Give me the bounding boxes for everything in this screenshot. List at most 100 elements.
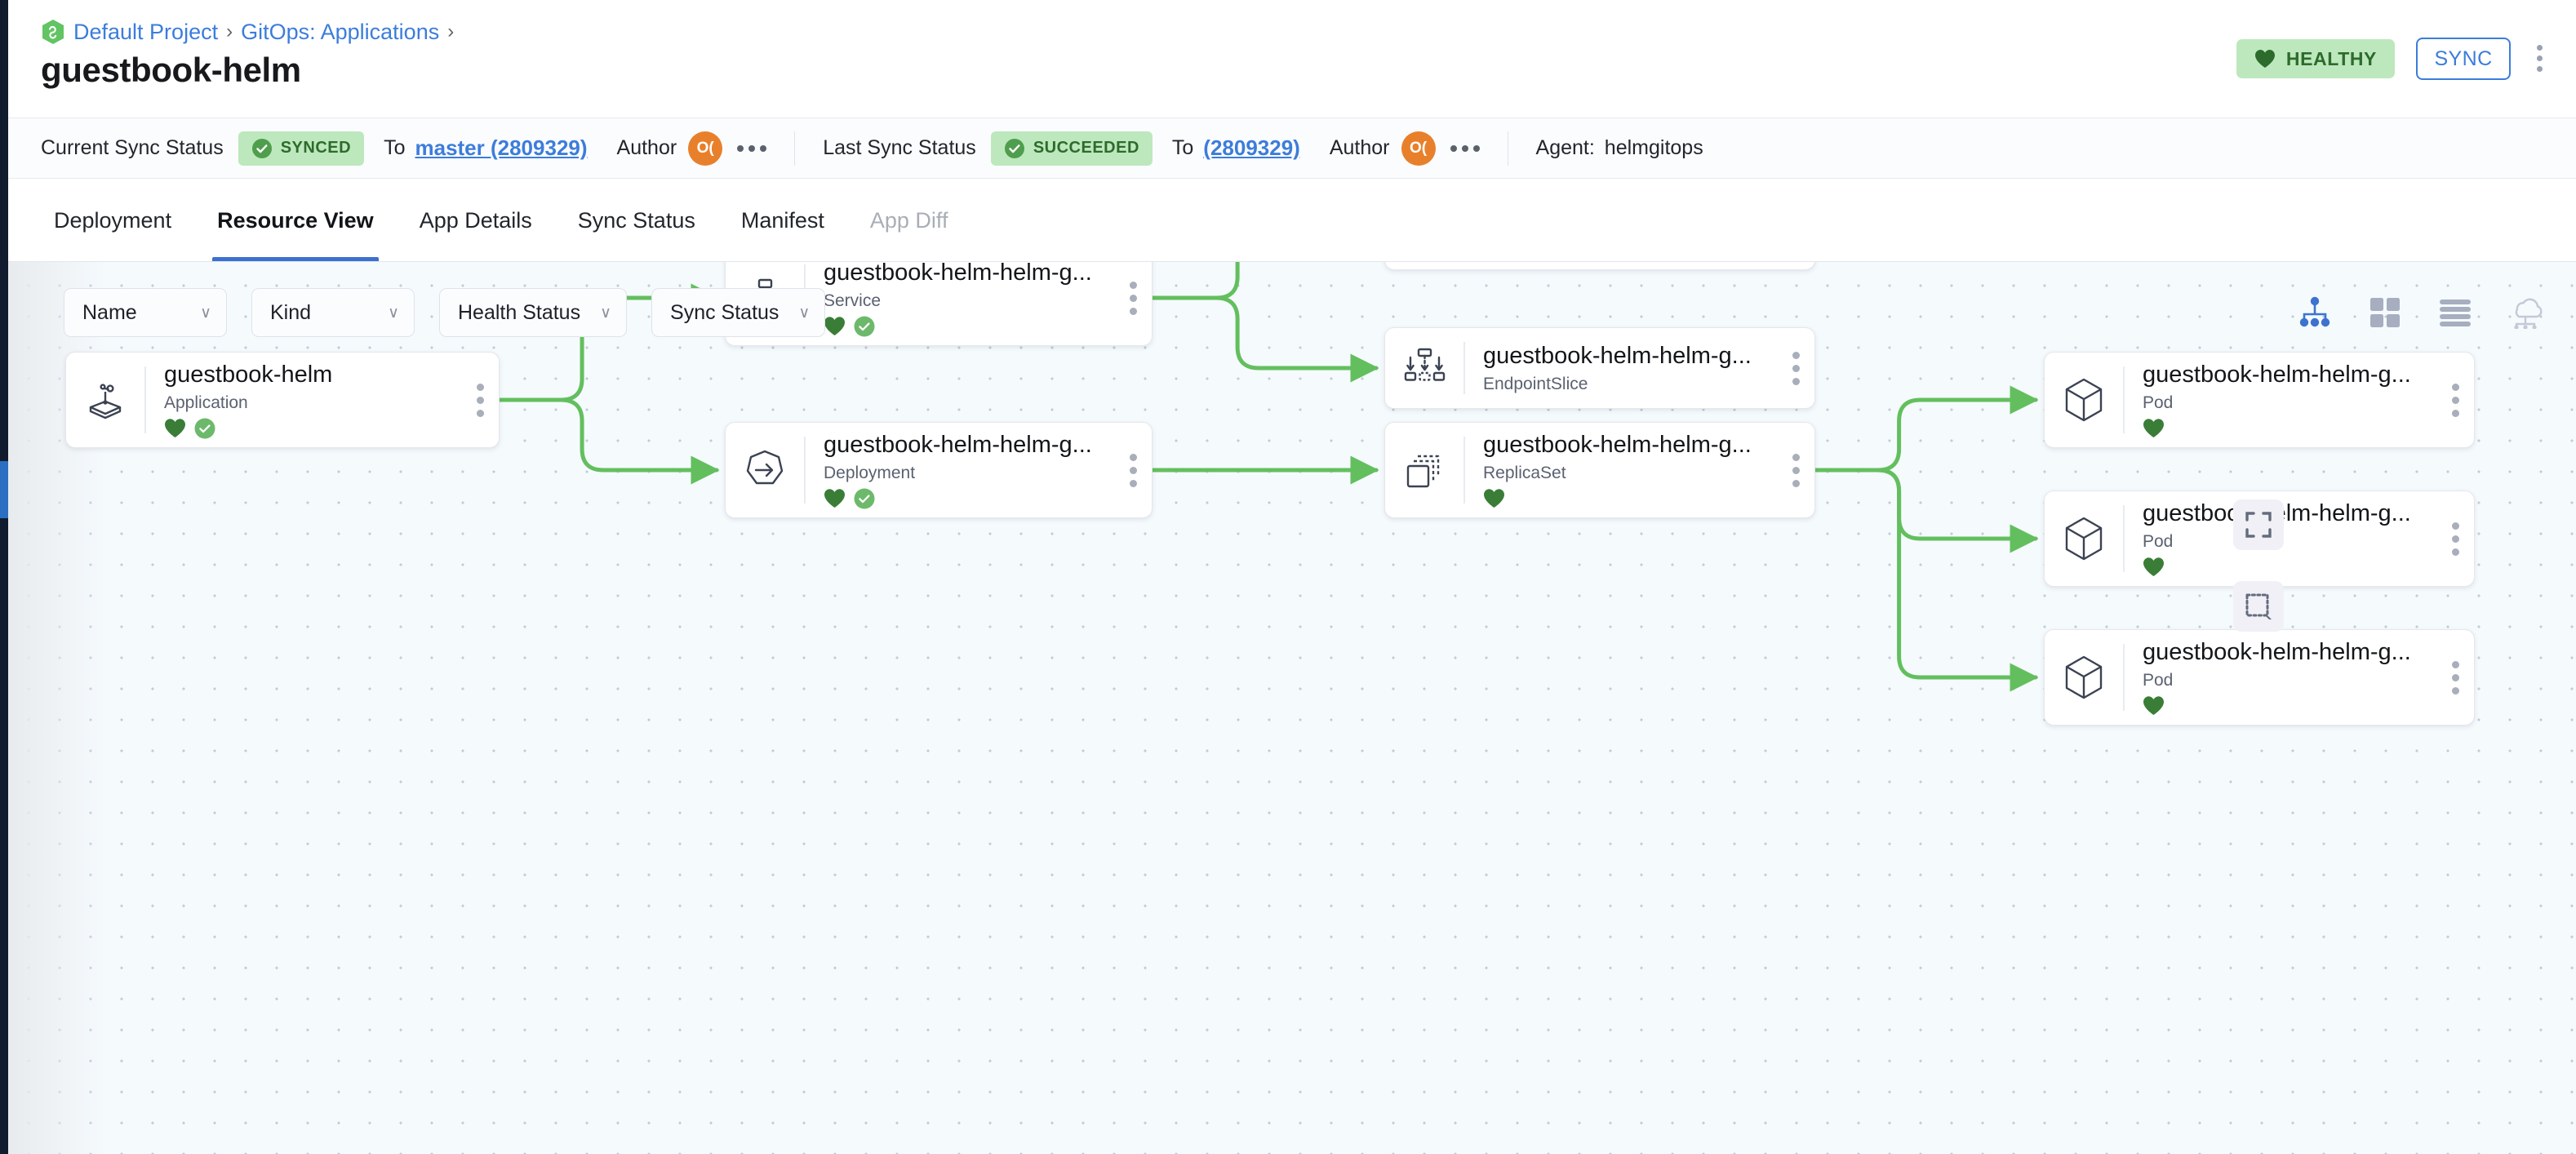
node-kind: Application	[164, 393, 461, 413]
current-to-label: To	[384, 136, 405, 160]
last-revision-link[interactable]: (2809329)	[1203, 135, 1300, 161]
node-kebab-menu-icon[interactable]	[1114, 282, 1152, 315]
node-name: guestbook-helm-helm-g...	[2143, 499, 2436, 527]
tree-view-icon[interactable]	[2297, 295, 2333, 331]
graph-edge-service-to-endpoints	[1153, 262, 1376, 298]
filter-name[interactable]: Name∨	[64, 288, 227, 337]
tab-manifest[interactable]: Manifest	[718, 180, 847, 261]
graph-node-endpointslice[interactable]: guestbook-helm-helm-g... EndpointSlice	[1384, 327, 1815, 409]
deployment-icon	[726, 448, 804, 492]
agent-name: helmgitops	[1605, 136, 1703, 159]
heart-icon	[2254, 49, 2276, 69]
filter-sync-status[interactable]: Sync Status ∨	[651, 288, 825, 337]
resource-graph-canvas[interactable]: Name∨ Kind∨ Health Status∨ Sync Status ∨	[8, 262, 2576, 1154]
node-body: guestbook-helm-helm-g...Deployment	[806, 431, 1114, 508]
current-revision-link[interactable]: master (2809329)	[415, 135, 587, 161]
check-circle-icon	[854, 316, 875, 337]
node-status-badges	[164, 418, 461, 439]
status-badge-health: HEALTHY	[2236, 39, 2395, 78]
helm-icon	[66, 377, 144, 423]
heart-icon	[2143, 418, 2165, 438]
node-body: guestbook-helm-helm-g... EndpointSlice	[1465, 342, 1777, 393]
last-author-label: Author	[1330, 136, 1390, 160]
current-more-icon[interactable]	[737, 145, 766, 152]
pod-icon	[2045, 516, 2123, 561]
last-to-label: To	[1172, 136, 1193, 160]
node-name: guestbook-helm-helm-g...	[2143, 638, 2436, 666]
breadcrumb-item-applications[interactable]: GitOps: Applications	[241, 20, 439, 45]
node-kebab-menu-icon[interactable]	[1777, 454, 1814, 487]
sync-button[interactable]: SYNC	[2416, 38, 2511, 80]
avatar-2[interactable]: O(	[1401, 131, 1436, 166]
node-kind: Service	[824, 291, 1114, 311]
health-badge-label: HEALTHY	[2286, 48, 2377, 70]
check-circle-icon	[194, 418, 215, 439]
heart-icon	[824, 316, 846, 336]
heart-icon	[1483, 488, 1505, 508]
node-name: guestbook-helm-helm-g...	[2143, 361, 2436, 388]
filter-label: Sync Status	[670, 301, 779, 325]
tab-bar: DeploymentResource ViewApp DetailsSync S…	[8, 179, 2576, 262]
rail-active-indicator	[0, 461, 8, 518]
tab-app-diff: App Diff	[847, 180, 971, 261]
node-name: guestbook-helm-helm-g...	[1483, 431, 1777, 459]
graph-node-pod[interactable]: guestbook-helm-helm-g... Pod	[2044, 352, 2475, 448]
avatar[interactable]: O(	[688, 131, 722, 166]
node-body: guestbook-helm-helm-g... ReplicaSet	[1465, 431, 1777, 508]
graph-edge-replicaset-to-pod1	[1815, 400, 2036, 470]
graph-edge-service-to-epslice	[1153, 298, 1376, 368]
kebab-menu-icon[interactable]	[2525, 39, 2553, 77]
agent-label: Agent:	[1536, 136, 1595, 159]
replicaset-icon	[1385, 449, 1463, 491]
agent-info: Agent: helmgitops	[1536, 136, 1703, 160]
breadcrumb-item-project[interactable]: Default Project	[73, 20, 218, 45]
tab-resource-view[interactable]: Resource View	[194, 180, 397, 261]
network-view-icon[interactable]	[2507, 295, 2543, 331]
tab-deployment[interactable]: Deployment	[41, 180, 194, 261]
graph-node-endpoints[interactable]: guestbook-helm-helm-g...Endpoints	[1384, 262, 1815, 270]
breadcrumb: Default Project › GitOps: Applications ›	[41, 19, 454, 45]
node-kebab-menu-icon[interactable]	[1777, 352, 1814, 385]
graph-node-pod[interactable]: guestbook-helm-helm-g...Pod	[2044, 629, 2475, 726]
node-name: guestbook-helm	[164, 361, 461, 388]
fullscreen-icon[interactable]	[2233, 499, 2284, 550]
filter-kind[interactable]: Kind∨	[251, 288, 415, 337]
list-view-icon[interactable]	[2437, 295, 2473, 331]
current-sync-status-label: Current Sync Status	[41, 136, 224, 160]
node-kebab-menu-icon[interactable]	[461, 384, 499, 417]
node-status-badges	[1483, 488, 1777, 509]
graph-node-replicaset[interactable]: guestbook-helm-helm-g... ReplicaSet	[1384, 422, 1815, 518]
node-status-badges	[824, 316, 1114, 337]
graph-edge-replicaset-to-pod2	[1815, 470, 2036, 539]
node-name: guestbook-helm-helm-g...	[1483, 342, 1777, 370]
node-kebab-menu-icon[interactable]	[2436, 522, 2474, 556]
left-nav-rail[interactable]	[0, 0, 8, 1154]
node-kebab-menu-icon[interactable]	[1114, 454, 1152, 487]
chevron-down-icon: ∨	[388, 304, 399, 322]
selection-box-icon[interactable]	[2233, 581, 2284, 632]
tab-app-details[interactable]: App Details	[397, 180, 555, 261]
node-kebab-menu-icon[interactable]	[2436, 384, 2474, 417]
current-sync-status-badge: SYNCED	[238, 131, 364, 166]
sync-status-bar: Current Sync Status SYNCED To master (28…	[8, 118, 2576, 179]
page-title: guestbook-helm	[41, 51, 301, 90]
node-status-badges	[824, 488, 1114, 509]
view-mode-switcher	[2297, 295, 2543, 331]
check-circle-icon	[251, 138, 273, 159]
tab-sync-status[interactable]: Sync Status	[555, 180, 718, 261]
grid-view-icon[interactable]	[2367, 295, 2403, 331]
filter-bar: Name∨ Kind∨ Health Status∨ Sync Status ∨	[64, 288, 825, 337]
node-kind: EndpointSlice	[1483, 375, 1777, 394]
node-kind: ReplicaSet	[1483, 464, 1777, 483]
node-kebab-menu-icon[interactable]	[2436, 661, 2474, 695]
heart-icon	[2143, 557, 2165, 577]
graph-node-deployment[interactable]: guestbook-helm-helm-g...Deployment	[725, 422, 1153, 518]
chevron-down-icon: ∨	[798, 304, 810, 322]
filter-health-status[interactable]: Health Status∨	[439, 288, 627, 337]
last-more-icon[interactable]	[1450, 145, 1480, 152]
node-kind: Pod	[2143, 393, 2436, 413]
graph-edge-app-to-deployment	[500, 400, 717, 470]
graph-node-application[interactable]: guestbook-helm Application	[65, 352, 500, 448]
node-body: guestbook-helm Application	[146, 361, 461, 438]
node-body: guestbook-helm-helm-g... Pod	[2125, 361, 2436, 438]
